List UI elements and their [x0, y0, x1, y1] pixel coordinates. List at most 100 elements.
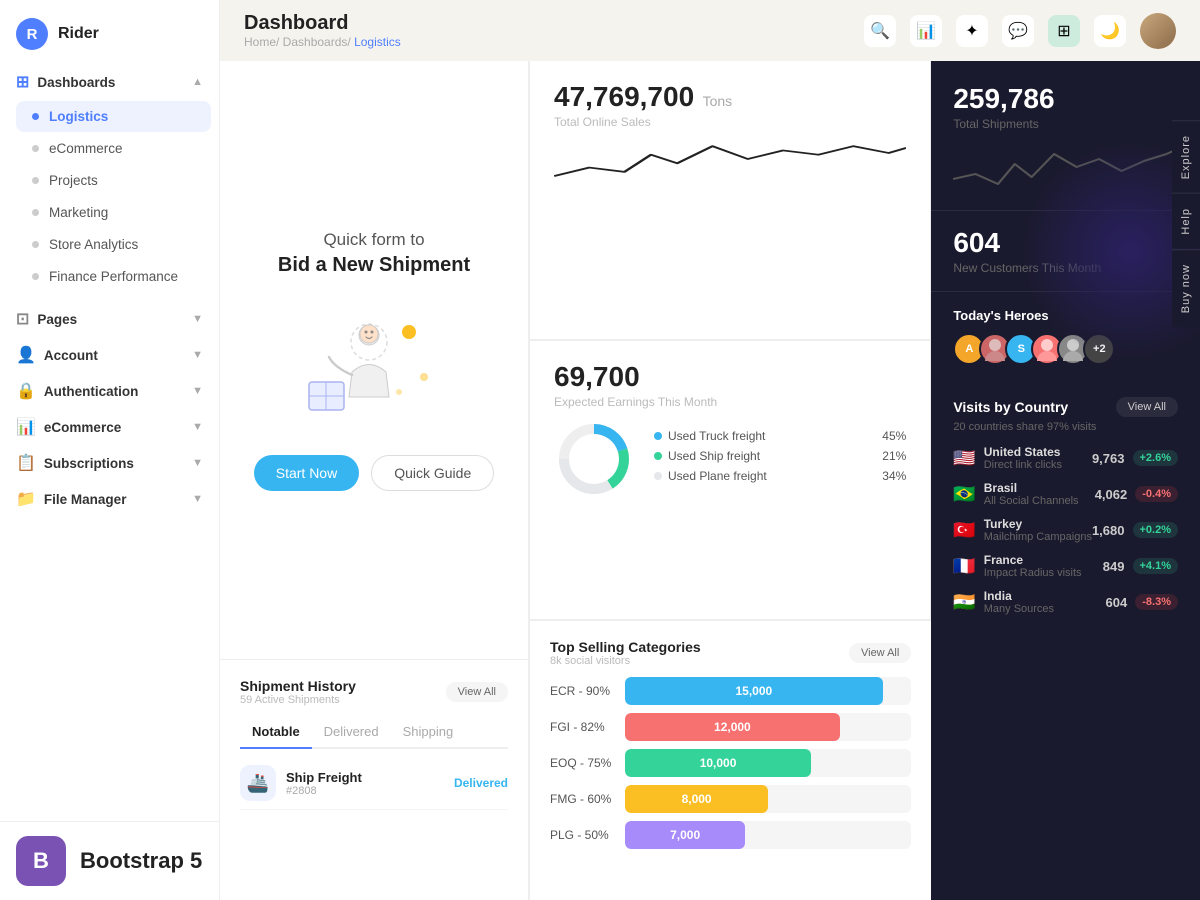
sidebar-group-ecommerce[interactable]: 📊 eCommerce ▼: [0, 409, 219, 445]
shipment-info: Ship Freight #2808: [286, 770, 444, 797]
plane-label: Used Plane freight: [668, 469, 767, 483]
sidebar-logo[interactable]: R Rider: [0, 0, 219, 64]
sidebar-group-subscriptions[interactable]: 📋 Subscriptions ▼: [0, 445, 219, 481]
br-flag: 🇧🇷: [953, 484, 975, 505]
tab-notable[interactable]: Notable: [240, 718, 312, 749]
dashboards-icon: ⊞: [16, 72, 29, 92]
sidebar-group-account[interactable]: 👤 Account ▼: [0, 337, 219, 373]
country-value-br: 4,062: [1095, 487, 1128, 502]
legend-plane: Used Plane freight 34%: [654, 469, 906, 483]
header: Dashboard Home/ Dashboards/ Logistics 🔍 …: [220, 0, 1200, 61]
auth-icon: 🔒: [16, 381, 36, 401]
inactive-dot: [32, 273, 39, 280]
shipment-history-title: Shipment History: [240, 678, 356, 694]
breadcrumb: Home/ Dashboards/ Logistics: [244, 35, 401, 49]
sales-sparkline: [554, 129, 906, 319]
explore-tab[interactable]: Explore: [1172, 120, 1200, 193]
settings-icon[interactable]: ✦: [956, 15, 988, 47]
freight-legend: Used Truck freight 45% Used Ship freight…: [654, 429, 906, 489]
sidebar-item-marketing[interactable]: Marketing: [16, 197, 211, 228]
sidebar-item-label: Logistics: [49, 109, 108, 124]
chevron-down-icon: ▼: [192, 313, 203, 325]
total-shipments-number: 259,786: [953, 83, 1054, 114]
country-info-tr: Turkey Mailchimp Campaigns: [984, 517, 1092, 543]
chat-icon[interactable]: 💬: [1002, 15, 1034, 47]
expected-earnings-label: Expected Earnings This Month: [554, 395, 906, 409]
bar-row-plg: PLG - 50% 7,000: [550, 821, 911, 849]
header-right: 🔍 📊 ✦ 💬 ⊞ 🌙: [864, 13, 1176, 49]
chevron-down-icon: ▼: [192, 457, 203, 469]
help-tab[interactable]: Help: [1172, 193, 1200, 249]
country-info-fr: France Impact Radius visits: [984, 553, 1082, 579]
theme-toggle[interactable]: 🌙: [1094, 15, 1126, 47]
view-all-selling-button[interactable]: View All: [849, 643, 911, 663]
bar-label-fgi: FGI - 82%: [550, 720, 615, 734]
country-name-us: United States: [984, 445, 1062, 459]
country-source-in: Many Sources: [984, 603, 1054, 615]
sidebar-group-pages[interactable]: ⊡ Pages ▼: [0, 301, 219, 337]
sidebar-item-logistics[interactable]: Logistics: [16, 101, 211, 132]
quick-guide-button[interactable]: Quick Guide: [371, 455, 494, 491]
view-all-countries-button[interactable]: View All: [1116, 397, 1178, 417]
bar-wrap-plg: 7,000: [625, 821, 911, 849]
bar-row-ecr: ECR - 90% 15,000: [550, 677, 911, 705]
view-all-shipments-button[interactable]: View All: [446, 682, 508, 702]
file-manager-icon: 📁: [16, 489, 36, 509]
shipment-id: #2808: [286, 785, 444, 797]
middle-column: 47,769,700 Tons Total Online Sales 69,70…: [530, 61, 931, 900]
sidebar-group-authentication[interactable]: 🔒 Authentication ▼: [0, 373, 219, 409]
sidebar-group-file-manager[interactable]: 📁 File Manager ▼: [0, 481, 219, 517]
bar-label-plg: PLG - 50%: [550, 828, 615, 842]
sidebar-item-finance-performance[interactable]: Finance Performance: [16, 261, 211, 292]
bar-fgi: 12,000: [625, 713, 840, 741]
country-left-br: 🇧🇷 Brasil All Social Channels: [953, 481, 1078, 507]
form-illustration: [294, 297, 454, 427]
country-row-in: 🇮🇳 India Many Sources 604 -8.3%: [953, 589, 1178, 615]
country-name-br: Brasil: [984, 481, 1079, 495]
quick-form-subtitle: Quick form to: [323, 230, 424, 250]
sidebar-item-ecommerce[interactable]: eCommerce: [16, 133, 211, 164]
chevron-down-icon: ▼: [192, 349, 203, 361]
start-now-button[interactable]: Start Now: [254, 455, 359, 491]
country-info-br: Brasil All Social Channels: [984, 481, 1079, 507]
ship-dot: [654, 452, 662, 460]
sidebar-dashboards-items: Logistics eCommerce Projects Marketing S…: [0, 100, 219, 293]
country-value-tr: 1,680: [1092, 523, 1125, 538]
total-online-sales-card: 47,769,700 Tons Total Online Sales: [530, 61, 931, 340]
total-online-sales-number: 47,769,700: [554, 81, 694, 112]
bar-ecr: 15,000: [625, 677, 883, 705]
country-row-br: 🇧🇷 Brasil All Social Channels 4,062 -0.4…: [953, 481, 1178, 507]
country-left-in: 🇮🇳 India Many Sources: [953, 589, 1054, 615]
grid-icon[interactable]: ⊞: [1048, 15, 1080, 47]
shipment-status: Delivered: [454, 776, 508, 790]
truck-dot: [654, 432, 662, 440]
ecommerce-icon: 📊: [16, 417, 36, 437]
sidebar-group-dashboards[interactable]: ⊞ Dashboards ▲: [0, 64, 219, 100]
content-area: Quick form to Bid a New Shipment: [220, 61, 1200, 900]
buy-now-tab[interactable]: Buy now: [1172, 249, 1200, 327]
search-icon[interactable]: 🔍: [864, 15, 896, 47]
inactive-dot: [32, 145, 39, 152]
country-row-fr: 🇫🇷 France Impact Radius visits 849 +4.1%: [953, 553, 1178, 579]
bar-plg: 7,000: [625, 821, 745, 849]
subscriptions-label: Subscriptions: [44, 456, 134, 471]
chart-icon[interactable]: 📊: [910, 15, 942, 47]
visits-title: Visits by Country: [953, 399, 1068, 415]
in-flag: 🇮🇳: [953, 592, 975, 613]
sidebar-item-store-analytics[interactable]: Store Analytics: [16, 229, 211, 260]
country-value-us: 9,763: [1092, 451, 1125, 466]
total-online-sales-label: Total Online Sales: [554, 115, 906, 129]
tab-delivered[interactable]: Delivered: [312, 718, 391, 749]
bar-label-fmg: FMG - 60%: [550, 792, 615, 806]
app-name: Rider: [58, 25, 99, 43]
tab-shipping[interactable]: Shipping: [391, 718, 466, 749]
chevron-down-icon: ▼: [192, 493, 203, 505]
country-name-fr: France: [984, 553, 1082, 567]
countries-section: Visits by Country View All 20 countries …: [931, 381, 1200, 900]
bar-eoq: 10,000: [625, 749, 811, 777]
plane-dot: [654, 472, 662, 480]
user-avatar[interactable]: [1140, 13, 1176, 49]
sidebar-item-projects[interactable]: Projects: [16, 165, 211, 196]
dashboards-label: Dashboards: [37, 75, 115, 90]
country-source-br: All Social Channels: [984, 495, 1079, 507]
